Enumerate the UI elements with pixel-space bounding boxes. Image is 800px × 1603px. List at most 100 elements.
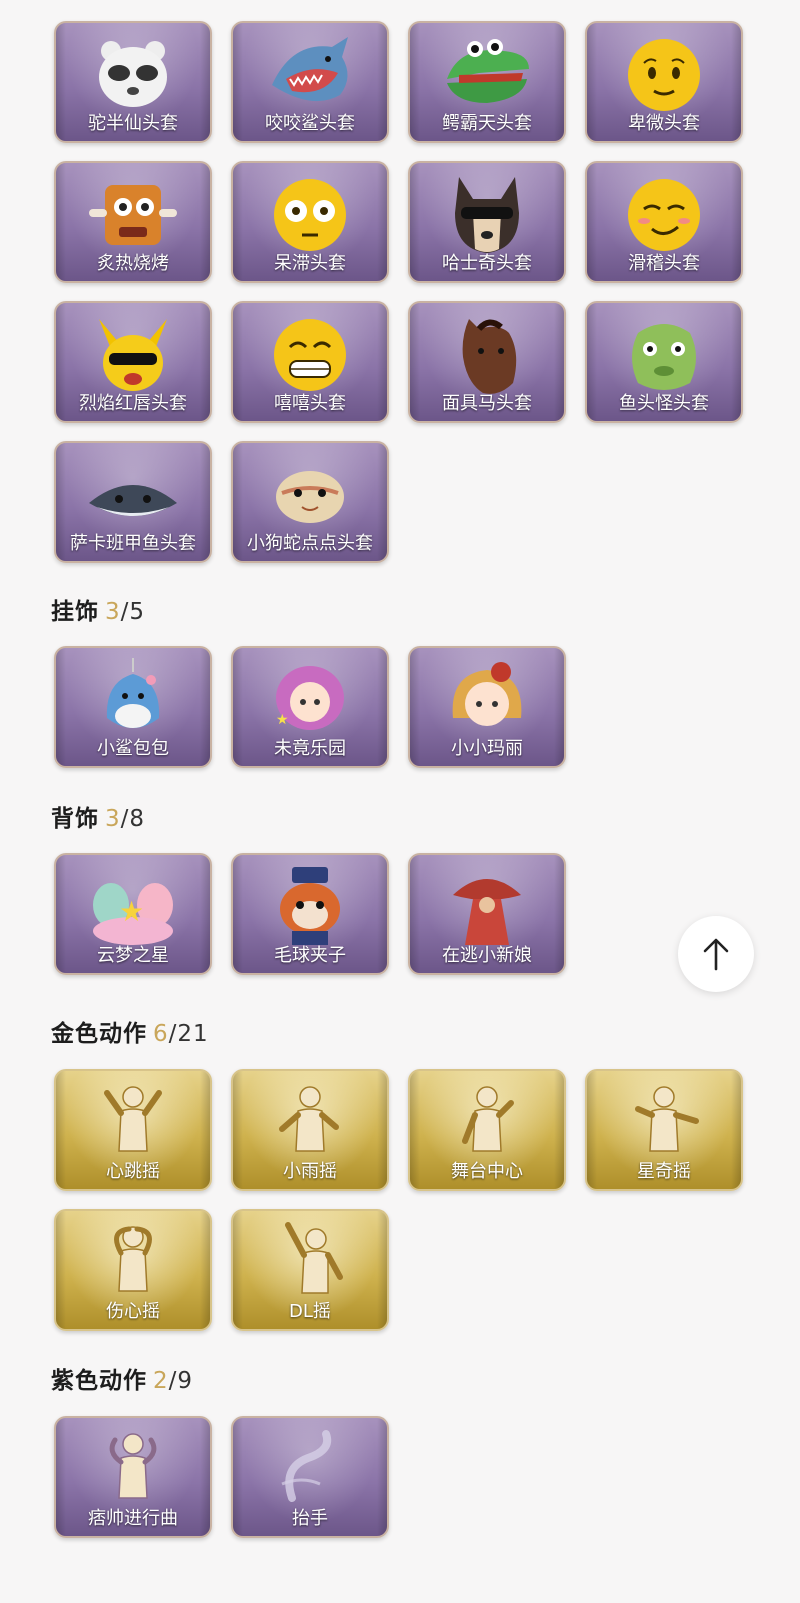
- item-label: 卑微头套: [628, 113, 700, 134]
- item-label: 面具马头套: [442, 393, 532, 414]
- item-card[interactable]: 呆滞头套: [231, 161, 389, 283]
- item-card[interactable]: 鱼头怪头套: [585, 301, 743, 423]
- item-card[interactable]: 星奇摇: [585, 1069, 743, 1191]
- item-label: 小狗蛇点点头套: [247, 533, 373, 554]
- raccoon-mask-icon: [99, 41, 167, 107]
- dance-pose-icon: [285, 1222, 343, 1294]
- item-label: 云梦之星: [97, 945, 169, 966]
- item-card[interactable]: 在逃小新娘: [408, 853, 566, 975]
- owned-count: 2: [153, 1368, 169, 1394]
- item-card[interactable]: ★ 云梦之星: [54, 853, 212, 975]
- item-label: 心跳摇: [106, 1161, 160, 1182]
- item-card[interactable]: 滑稽头套: [585, 161, 743, 283]
- item-card[interactable]: 小狗蛇点点头套: [231, 441, 389, 563]
- item-card[interactable]: 烈焰红唇头套: [54, 301, 212, 423]
- item-label: 在逃小新娘: [442, 945, 532, 966]
- item-label: 鳄霸天头套: [442, 113, 532, 134]
- item-card[interactable]: 咬咬鲨头套: [231, 21, 389, 143]
- collection-count: 3/5: [105, 599, 145, 625]
- collection-count: 6/21: [153, 1021, 209, 1047]
- doll-pendant-icon: ★: [276, 666, 344, 730]
- emoji-face-icon: [628, 39, 700, 111]
- item-card[interactable]: 哈士奇头套: [408, 161, 566, 283]
- arrow-up-icon: [703, 938, 729, 971]
- item-card[interactable]: ★ 未竟乐园: [231, 646, 389, 768]
- item-card[interactable]: 抬手: [231, 1416, 389, 1538]
- raccoon-backpack-icon: [280, 867, 340, 945]
- item-card[interactable]: 小小玛丽: [408, 646, 566, 768]
- section-title-pendants: 挂饰 3/5: [51, 596, 145, 628]
- owned-count: 3: [105, 599, 121, 625]
- husky-mask-icon: [455, 177, 519, 253]
- dance-pose-icon: [104, 1086, 162, 1152]
- item-card[interactable]: 驼半仙头套: [54, 21, 212, 143]
- fish-mask-icon: [632, 324, 696, 390]
- shark-mask-icon: [272, 37, 348, 102]
- scroll-to-top-button[interactable]: [678, 916, 754, 992]
- total-count: /21: [168, 1021, 209, 1047]
- item-card[interactable]: 伤心摇: [54, 1209, 212, 1331]
- horse-mask-icon: [462, 319, 517, 394]
- fish-mask-icon: [89, 485, 177, 516]
- dance-pose-icon: [635, 1086, 699, 1152]
- item-label: 未竟乐园: [274, 738, 346, 759]
- svg-text:★: ★: [119, 895, 144, 928]
- item-card[interactable]: 小雨摇: [231, 1069, 389, 1191]
- total-count: /5: [120, 599, 146, 625]
- item-label: 嘻嘻头套: [274, 393, 346, 414]
- dance-pose-icon: [114, 1226, 152, 1292]
- section-title-text: 金色动作: [51, 1021, 147, 1047]
- barbecue-mask-icon: [89, 185, 177, 245]
- collection-count: 2/9: [153, 1368, 193, 1394]
- dance-pose-icon: [462, 1086, 514, 1152]
- doll-pendant-icon: [452, 662, 522, 726]
- total-count: /8: [120, 806, 146, 832]
- pikachu-mask-icon: [99, 319, 167, 391]
- owned-count: 6: [153, 1021, 169, 1047]
- owned-count: 3: [105, 806, 121, 832]
- emoji-face-icon: [628, 179, 700, 251]
- item-label: 鱼头怪头套: [619, 393, 709, 414]
- section-title-text: 紫色动作: [51, 1368, 147, 1394]
- item-label: 炙热烧烤: [97, 253, 169, 274]
- section-title-text: 挂饰: [51, 599, 99, 625]
- item-label: 毛球夹子: [274, 945, 346, 966]
- item-card[interactable]: 痞帅进行曲: [54, 1416, 212, 1538]
- item-card[interactable]: DL摇: [231, 1209, 389, 1331]
- item-label: 驼半仙头套: [88, 113, 178, 134]
- item-card[interactable]: 舞台中心: [408, 1069, 566, 1191]
- item-label: 滑稽头套: [628, 253, 700, 274]
- item-label: 舞台中心: [451, 1161, 523, 1182]
- item-card[interactable]: 心跳摇: [54, 1069, 212, 1191]
- item-label: 小小玛丽: [451, 738, 523, 759]
- section-title-backpieces: 背饰 3/8: [51, 803, 145, 835]
- item-card[interactable]: 毛球夹子: [231, 853, 389, 975]
- item-label: 小鲨包包: [97, 738, 169, 759]
- item-label: 萨卡班甲鱼头套: [70, 533, 196, 554]
- section-title-purple-actions: 紫色动作 2/9: [51, 1365, 193, 1397]
- item-label: 呆滞头套: [274, 253, 346, 274]
- section-title-gold-actions: 金色动作 6/21: [51, 1018, 209, 1050]
- item-card[interactable]: 卑微头套: [585, 21, 743, 143]
- item-card[interactable]: 嘻嘻头套: [231, 301, 389, 423]
- item-label: 烈焰红唇头套: [79, 393, 187, 414]
- emoji-face-icon: [274, 319, 346, 391]
- item-label: 小雨摇: [283, 1161, 337, 1182]
- dance-pose-icon: [279, 1086, 339, 1152]
- dance-pose-icon: [281, 1430, 332, 1502]
- shark-pendant-icon: [106, 658, 160, 728]
- item-card[interactable]: 炙热烧烤: [54, 161, 212, 283]
- star-cloud-backpack-icon: ★: [93, 883, 173, 945]
- item-card[interactable]: 鳄霸天头套: [408, 21, 566, 143]
- item-label: 痞帅进行曲: [88, 1508, 178, 1529]
- snake-mask-icon: [276, 471, 344, 523]
- item-label: 咬咬鲨头套: [265, 113, 355, 134]
- emoji-face-icon: [274, 179, 346, 251]
- item-card[interactable]: 小鲨包包: [54, 646, 212, 768]
- section-title-text: 背饰: [51, 806, 99, 832]
- collection-page: 驼半仙头套 咬咬鲨头套 鳄霸天头套 卑微头套 炙热烧烤 呆滞头套 哈士奇头套 滑…: [0, 0, 800, 1603]
- crocodile-mask-icon: [447, 39, 529, 103]
- bride-backpack-icon: [453, 879, 521, 945]
- item-card[interactable]: 面具马头套: [408, 301, 566, 423]
- item-card[interactable]: 萨卡班甲鱼头套: [54, 441, 212, 563]
